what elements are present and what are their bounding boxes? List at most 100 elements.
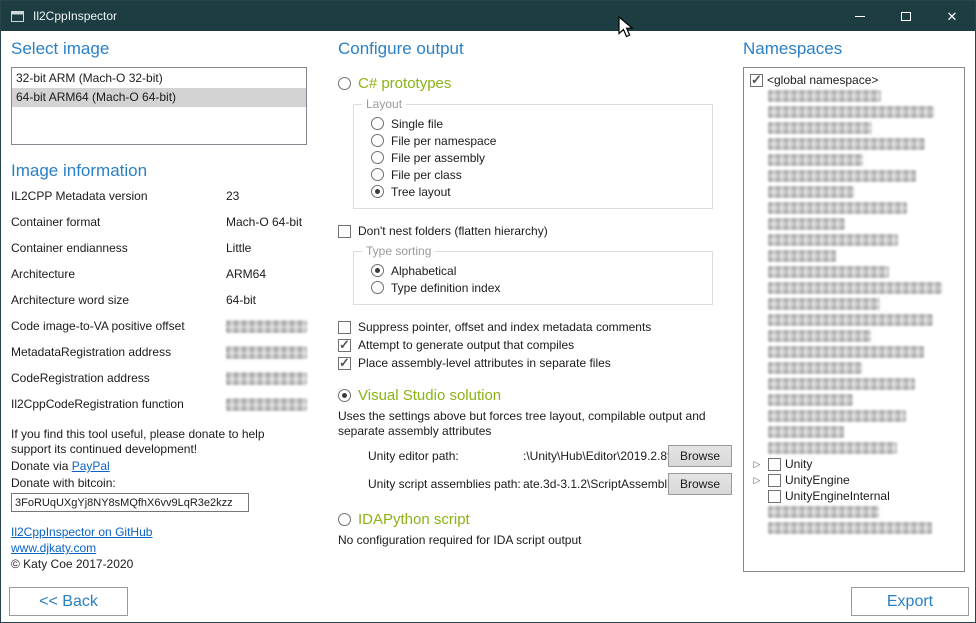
expander-icon[interactable]: ▷ (750, 456, 764, 472)
layout-groupbox: Layout Single file File per namespace Fi… (353, 104, 713, 209)
radio-idapython-script[interactable]: IDAPython script (338, 510, 732, 528)
redacted-namespace (768, 314, 933, 326)
browse-script-assemblies-button[interactable]: Browse (668, 473, 732, 495)
namespace-row (746, 136, 962, 152)
namespace-row (746, 376, 962, 392)
minimize-button[interactable] (837, 1, 883, 31)
bitcoin-address-field[interactable] (11, 493, 249, 512)
redacted-namespace (768, 250, 836, 262)
info-value: 23 (226, 189, 307, 203)
namespace-checkbox[interactable] (768, 490, 781, 503)
csharp-prototypes-label: C# prototypes (358, 75, 451, 92)
namespace-row (746, 88, 962, 104)
namespace-row (746, 424, 962, 440)
website-link[interactable]: www.djkaty.com (11, 541, 96, 555)
info-row: Code image-to-VA positive offset (11, 319, 307, 345)
redacted-value (226, 320, 307, 333)
ida-description: No configuration required for IDA script… (338, 533, 732, 548)
checkbox-indicator (338, 225, 351, 238)
checkbox-label: Attempt to generate output that compiles (358, 338, 574, 352)
redacted-namespace (768, 234, 898, 246)
export-button[interactable]: Export (851, 587, 969, 616)
namespace-row[interactable]: UnityEngineInternal (746, 488, 962, 504)
namespace-checkbox[interactable] (768, 458, 781, 471)
checkbox-output-compiles[interactable]: Attempt to generate output that compiles (338, 337, 732, 353)
checkbox-label: Place assembly-level attributes in separ… (358, 356, 611, 370)
redacted-value (226, 372, 307, 385)
image-option[interactable]: 32-bit ARM (Mach-O 32-bit) (12, 69, 306, 88)
close-button[interactable]: ✕ (929, 1, 975, 31)
namespace-row (746, 504, 962, 520)
app-icon (10, 9, 25, 24)
radio-file-per-assembly[interactable]: File per assembly (371, 149, 702, 166)
maximize-button[interactable] (883, 1, 929, 31)
select-image-section: Select image 32-bit ARM (Mach-O 32-bit)6… (11, 39, 307, 572)
info-value: Mach-O 64-bit (226, 215, 307, 229)
type-sorting-legend: Type sorting (362, 244, 435, 258)
redacted-namespace (768, 298, 880, 310)
info-row: Container formatMach-O 64-bit (11, 215, 307, 241)
github-link[interactable]: Il2CppInspector on GitHub (11, 525, 152, 539)
redacted-value (226, 346, 307, 359)
redacted-namespace (768, 138, 925, 150)
redacted-namespace (768, 426, 844, 438)
redacted-namespace (768, 186, 854, 198)
info-label: Code image-to-VA positive offset (11, 319, 226, 333)
radio-alphabetical[interactable]: Alphabetical (371, 262, 702, 279)
radio-visual-studio-solution[interactable]: Visual Studio solution (338, 386, 732, 404)
namespaces-tree[interactable]: <global namespace> ▷Unity▷UnityEngineUnit… (743, 67, 965, 572)
type-sorting-groupbox: Type sorting Alphabetical Type definitio… (353, 251, 713, 305)
radio-indicator (371, 185, 384, 198)
expander-icon[interactable]: ▷ (750, 472, 764, 488)
layout-legend: Layout (362, 97, 406, 111)
radio-indicator (371, 134, 384, 147)
donate-text: If you find this tool useful, please don… (11, 427, 303, 457)
namespace-row (746, 296, 962, 312)
info-row: IL2CPP Metadata version23 (11, 189, 307, 215)
info-value: 64-bit (226, 293, 307, 307)
namespace-row (746, 408, 962, 424)
namespace-row[interactable]: ▷Unity (746, 456, 962, 472)
info-row: Container endiannessLittle (11, 241, 307, 267)
title-bar[interactable]: Il2CppInspector ✕ (1, 1, 975, 31)
redacted-namespace (768, 378, 915, 390)
image-listbox[interactable]: 32-bit ARM (Mach-O 32-bit)64-bit ARM64 (… (11, 67, 307, 145)
radio-csharp-prototypes[interactable]: C# prototypes (338, 74, 732, 92)
redacted-namespace (768, 90, 881, 102)
image-info-table: IL2CPP Metadata version23Container forma… (11, 189, 307, 423)
namespace-checkbox[interactable] (750, 74, 763, 87)
info-label: Architecture word size (11, 293, 226, 307)
radio-single-file[interactable]: Single file (371, 115, 702, 132)
image-option[interactable]: 64-bit ARM64 (Mach-O 64-bit) (12, 88, 306, 107)
paypal-link[interactable]: PayPal (72, 459, 110, 473)
namespace-row (746, 232, 962, 248)
checkbox-separate-attribute-files[interactable]: Place assembly-level attributes in separ… (338, 355, 732, 371)
redacted-namespace (768, 170, 916, 182)
info-row: Il2CppCodeRegistration function (11, 397, 307, 423)
redacted-namespace (768, 522, 932, 534)
back-button[interactable]: << Back (9, 587, 128, 616)
radio-file-per-namespace[interactable]: File per namespace (371, 132, 702, 149)
checkbox-flatten-hierarchy[interactable]: Don't nest folders (flatten hierarchy) (338, 223, 732, 239)
radio-indicator (371, 117, 384, 130)
checkbox-suppress-metadata-comments[interactable]: Suppress pointer, offset and index metad… (338, 319, 732, 335)
radio-indicator (371, 264, 384, 277)
unity-editor-path-value[interactable]: :\Unity\Hub\Editor\2019.2.8f1 (523, 449, 668, 463)
namespace-row[interactable]: <global namespace> (746, 72, 962, 88)
namespace-checkbox[interactable] (768, 474, 781, 487)
radio-file-per-class[interactable]: File per class (371, 166, 702, 183)
unity-script-assemblies-path-value[interactable]: ate.3d-3.1.2\ScriptAssemblies (523, 477, 668, 491)
redacted-namespace (768, 106, 934, 118)
radio-indicator (371, 151, 384, 164)
namespace-row (746, 264, 962, 280)
redacted-namespace (768, 282, 942, 294)
info-row: ArchitectureARM64 (11, 267, 307, 293)
radio-tree-layout[interactable]: Tree layout (371, 183, 702, 200)
radio-indicator (338, 77, 351, 90)
browse-editor-button[interactable]: Browse (668, 445, 732, 467)
radio-type-definition-index[interactable]: Type definition index (371, 279, 702, 296)
namespace-row[interactable]: ▷UnityEngine (746, 472, 962, 488)
namespace-row (746, 344, 962, 360)
namespace-label: UnityEngineInternal (785, 489, 890, 503)
option-label: File per class (391, 168, 462, 182)
